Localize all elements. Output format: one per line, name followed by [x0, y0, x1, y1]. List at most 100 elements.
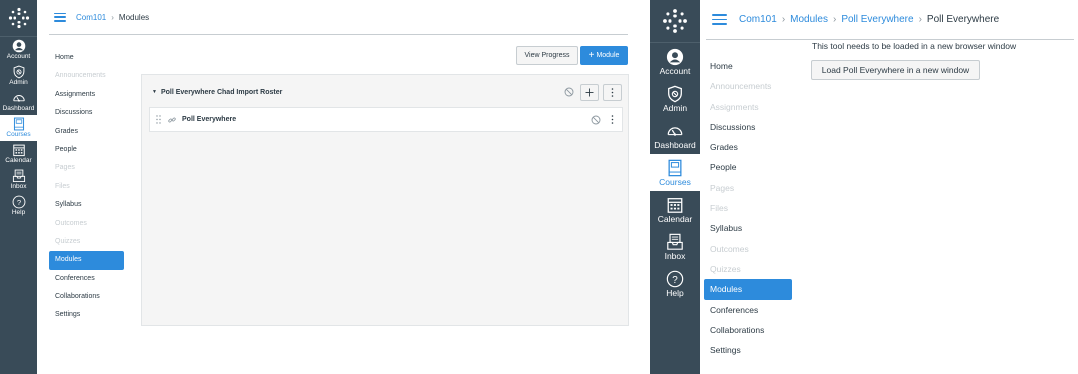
- plus-icon: +: [588, 49, 595, 61]
- global-nav-help[interactable]: ? Help: [650, 265, 700, 302]
- account-icon: [12, 39, 26, 53]
- global-nav-account[interactable]: Account: [0, 37, 37, 63]
- course-nav-grades[interactable]: Grades: [49, 123, 124, 141]
- breadcrumb: Com101 › Modules › Poll Everywhere › Pol…: [739, 14, 999, 25]
- inbox-icon: [12, 169, 26, 183]
- global-nav-courses[interactable]: Courses: [0, 115, 37, 141]
- breadcrumb-separator: ›: [918, 14, 922, 25]
- course-nav-discussions[interactable]: Discussions: [704, 117, 792, 137]
- breadcrumb-separator: ›: [781, 14, 786, 25]
- global-nav-inbox[interactable]: Inbox: [0, 167, 37, 193]
- breadcrumb-current: Modules: [118, 12, 150, 22]
- courses-icon: [666, 159, 684, 177]
- unpublished-icon[interactable]: [591, 115, 601, 125]
- course-nav-modules[interactable]: Modules: [49, 251, 124, 270]
- svg-text:?: ?: [16, 198, 20, 207]
- breadcrumb-modules-link[interactable]: Modules: [790, 14, 828, 25]
- global-nav-account[interactable]: Account: [650, 43, 700, 80]
- global-nav-dashboard[interactable]: Dashboard: [650, 117, 700, 154]
- global-nav: Account Admin Dashboard Courses Calendar Inbo…: [650, 0, 700, 374]
- global-nav-label: Account: [659, 65, 691, 76]
- course-nav-pages: Pages: [55, 164, 75, 172]
- tool-load-message: This tool needs to be loaded in a new br…: [812, 41, 1017, 51]
- add-item-button[interactable]: [580, 83, 599, 101]
- course-nav-announcements: Announcements: [55, 72, 106, 80]
- course-nav-collaborations[interactable]: Collaborations: [49, 288, 124, 306]
- breadcrumb-course-link[interactable]: Com101: [76, 13, 106, 22]
- hamburger-menu-icon[interactable]: [54, 12, 66, 22]
- course-nav: Home Announcements Assignments Discussions G…: [49, 49, 124, 325]
- course-nav-collaborations[interactable]: Collaborations: [704, 320, 792, 340]
- collapse-caret-icon[interactable]: ▼: [152, 89, 157, 95]
- course-nav-assignments: Assignments: [710, 101, 759, 112]
- course-nav-home[interactable]: Home: [704, 56, 792, 76]
- course-nav-files: Files: [710, 203, 728, 214]
- module-card: ▼ Poll Everywhere Chad Import Roster Pol…: [141, 74, 629, 326]
- view-progress-button[interactable]: View Progress: [516, 46, 578, 65]
- course-nav-settings[interactable]: Settings: [704, 340, 792, 360]
- modules-page-panel: Account Admin Dashboard Courses Calendar Inbo…: [0, 0, 640, 374]
- global-nav-label: Inbox: [664, 250, 686, 261]
- breadcrumb-tool-link[interactable]: Poll Everywhere: [841, 14, 913, 25]
- module-header[interactable]: ▼ Poll Everywhere Chad Import Roster: [142, 75, 628, 109]
- global-nav-dashboard[interactable]: Dashboard: [0, 89, 37, 115]
- breadcrumb-separator: ›: [111, 12, 114, 22]
- dashboard-icon: [666, 122, 684, 140]
- breadcrumb: Com101 › Modules: [76, 13, 149, 22]
- course-nav-conferences[interactable]: Conferences: [49, 270, 124, 288]
- global-nav-admin[interactable]: Admin: [650, 80, 700, 117]
- course-nav-outcomes: Outcomes: [55, 219, 87, 227]
- global-nav-courses[interactable]: Courses: [650, 154, 700, 191]
- course-nav: Home Announcements Assignments Discussions G…: [704, 56, 792, 360]
- canvas-logo-icon[interactable]: [0, 0, 37, 36]
- shield-icon: [12, 65, 26, 79]
- module-options-button[interactable]: [603, 83, 622, 101]
- global-nav-label: Admin: [9, 79, 28, 86]
- hamburger-menu-icon[interactable]: [712, 14, 727, 25]
- course-nav-conferences[interactable]: Conferences: [704, 300, 792, 320]
- course-nav-quizzes: Quizzes: [55, 237, 81, 245]
- course-nav-syllabus[interactable]: Syllabus: [49, 196, 124, 214]
- global-nav-label: Courses: [659, 176, 691, 187]
- global-nav-admin[interactable]: Admin: [0, 63, 37, 89]
- global-nav-calendar[interactable]: Calendar: [650, 191, 700, 228]
- global-nav-help[interactable]: ? Help: [0, 193, 37, 219]
- global-nav-label: Inbox: [10, 183, 27, 190]
- course-nav-modules[interactable]: Modules: [704, 279, 792, 300]
- canvas-logo-icon[interactable]: [650, 0, 700, 42]
- course-nav-syllabus[interactable]: Syllabus: [704, 218, 792, 238]
- global-nav-inbox[interactable]: Inbox: [650, 228, 700, 265]
- global-nav-label: Account: [6, 53, 31, 60]
- module-title: Poll Everywhere Chad Import Roster: [160, 88, 283, 96]
- breadcrumb-separator: ›: [832, 14, 837, 25]
- kebab-menu-icon[interactable]: [611, 115, 614, 124]
- help-icon: ?: [12, 195, 26, 209]
- global-nav-label: Help: [666, 287, 684, 298]
- drag-handle-icon[interactable]: [154, 115, 162, 124]
- course-nav-settings[interactable]: Settings: [49, 306, 124, 324]
- course-nav-outcomes: Outcomes: [710, 243, 749, 254]
- unpublished-icon[interactable]: [564, 87, 574, 97]
- courses-icon: [12, 117, 26, 131]
- global-nav-calendar[interactable]: Calendar: [0, 141, 37, 167]
- course-nav-people[interactable]: People: [49, 141, 124, 159]
- load-in-new-window-button[interactable]: Load Poll Everywhere in a new window: [811, 60, 980, 80]
- course-nav-people[interactable]: People: [704, 157, 792, 177]
- module-item-title[interactable]: Poll Everywhere: [182, 116, 591, 123]
- page-header: Com101 › Modules: [49, 0, 628, 35]
- global-nav-label: Courses: [6, 131, 31, 138]
- course-nav-quizzes: Quizzes: [710, 263, 741, 274]
- course-nav-home[interactable]: Home: [49, 49, 124, 67]
- breadcrumb-course-link[interactable]: Com101: [739, 14, 777, 25]
- course-nav-discussions[interactable]: Discussions: [49, 104, 124, 122]
- add-module-button[interactable]: + Module: [580, 46, 628, 65]
- course-nav-grades[interactable]: Grades: [704, 137, 792, 157]
- shield-icon: [666, 85, 684, 103]
- global-nav: Account Admin Dashboard Courses Calendar Inbo…: [0, 0, 37, 374]
- page-header: Com101 › Modules › Poll Everywhere › Pol…: [706, 0, 1074, 40]
- plus-icon: [585, 88, 594, 96]
- module-item-row[interactable]: Poll Everywhere: [149, 107, 623, 132]
- course-nav-assignments[interactable]: Assignments: [49, 86, 124, 104]
- inbox-icon: [666, 233, 684, 251]
- external-tool-page-panel: Account Admin Dashboard Courses Calendar Inbo…: [650, 0, 1078, 374]
